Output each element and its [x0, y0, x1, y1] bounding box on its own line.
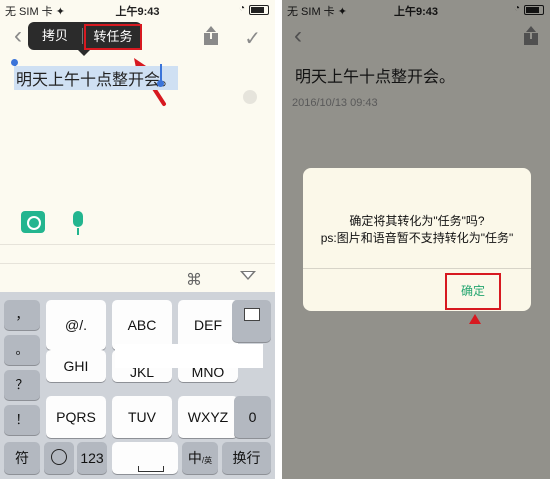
keyboard: ， 。 ？ ！ @/. ABC DEF GHI JKL MNO PQRS TUV… — [0, 292, 275, 479]
popup-pointer — [78, 50, 90, 56]
copy-button[interactable]: 拷贝 — [28, 22, 82, 50]
language-key-label: 中 — [187, 450, 202, 466]
divider — [0, 244, 275, 245]
left-screen: 无 SIM 卡 ✦ 上午9:43 ◔ ‹ ✓ 拷贝 转任务 明天上午十点整开会。… — [0, 0, 275, 479]
backspace-icon — [244, 308, 260, 321]
clock: 上午9:43 — [115, 6, 160, 18]
divider — [0, 263, 275, 264]
microphone-icon[interactable] — [73, 211, 83, 227]
key-zero[interactable]: 0 — [234, 396, 271, 438]
key-tuv[interactable]: TUV — [112, 396, 172, 438]
selection-handle-end[interactable] — [157, 80, 164, 87]
language-key[interactable]: 中/英 — [182, 442, 218, 474]
key-comma[interactable]: ， — [4, 300, 40, 330]
language-key-sub: /英 — [201, 456, 213, 465]
delete-key[interactable] — [232, 300, 271, 342]
convert-dialog: 确定将其转化为"任务"吗? ps:图片和语音暂不支持转化为"任务" 确定 — [303, 168, 531, 311]
share-icon[interactable] — [202, 26, 220, 46]
faint-dot-icon — [243, 90, 257, 104]
return-key[interactable]: 换行 — [222, 442, 271, 474]
edit-popup-menu: 拷贝 转任务 — [28, 22, 142, 50]
key-abbr[interactable]: @/. — [46, 300, 106, 350]
note-text-selected[interactable]: 明天上午十点整开会。 — [14, 66, 179, 90]
key-ghi[interactable]: GHI — [46, 350, 106, 382]
dialog-message: 确定将其转化为"任务"吗? — [349, 214, 485, 228]
dialog-divider — [303, 268, 531, 269]
globe-icon — [51, 449, 67, 465]
hide-keyboard-icon[interactable] — [240, 271, 256, 280]
key-wxyz[interactable]: WXYZ — [178, 396, 238, 438]
popup-divider — [82, 28, 83, 44]
back-chevron-icon[interactable]: ‹ — [14, 24, 22, 48]
status-bar: 无 SIM 卡 ✦ 上午9:43 ◔ — [0, 0, 275, 18]
dialog-note: ps:图片和语音暂不支持转化为"任务" — [320, 231, 514, 245]
key-question[interactable]: ？ — [4, 370, 40, 400]
space-icon — [138, 466, 164, 472]
key-exclaim[interactable]: ！ — [4, 405, 40, 435]
globe-key[interactable] — [44, 442, 74, 474]
white-overlay — [115, 344, 263, 368]
key-def[interactable]: DEF — [178, 300, 238, 350]
selection-handle-start[interactable] — [11, 59, 18, 66]
camera-icon[interactable] — [21, 211, 45, 233]
key-pqrs[interactable]: PQRS — [46, 396, 106, 438]
red-annotation-marker — [469, 314, 481, 324]
convert-to-task-button[interactable]: 转任务 — [84, 24, 142, 50]
battery-icon — [249, 5, 269, 15]
key-period[interactable]: 。 — [4, 335, 40, 365]
key-abc[interactable]: ABC — [112, 300, 172, 350]
right-screen: 无 SIM 卡 ✦ 上午9:43 ◔ ‹ 明天上午十点整开会。 2016/10/… — [282, 0, 550, 479]
check-icon[interactable]: ✓ — [244, 26, 261, 51]
microphone-stand — [77, 228, 79, 235]
command-icon[interactable]: ⌘ — [186, 270, 202, 290]
numbers-key[interactable]: 123 — [77, 442, 107, 474]
confirm-button[interactable]: 确定 — [445, 273, 501, 310]
rotation-lock-icon: ◔ — [238, 3, 245, 14]
symbols-key[interactable]: 符 — [4, 442, 40, 474]
space-key[interactable] — [112, 442, 178, 474]
